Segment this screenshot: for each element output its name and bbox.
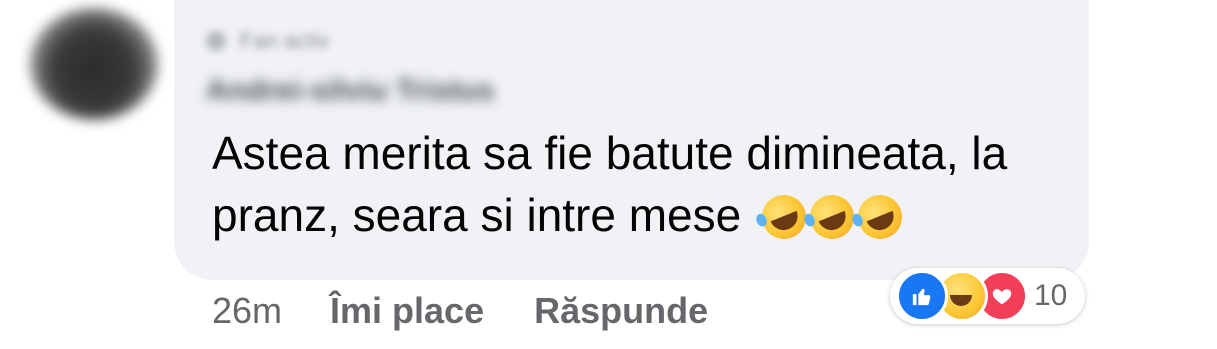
rolling-laughing-emoji-icon <box>851 188 909 246</box>
comment-timestamp[interactable]: 26m <box>212 290 282 332</box>
reply-button[interactable]: Răspunde <box>534 290 708 332</box>
reactions-summary[interactable]: 10 <box>890 268 1086 324</box>
like-icon <box>896 270 948 322</box>
like-button[interactable]: Îmi place <box>330 290 484 332</box>
comment-actions: 26m Îmi place Răspunde <box>212 290 758 332</box>
comment-text-block: Astea merita sa fie batute dimineata, la… <box>212 122 1072 246</box>
badge-icon <box>206 31 226 51</box>
avatar[interactable] <box>30 8 158 120</box>
reactions-count: 10 <box>1034 279 1068 312</box>
comment-author-name[interactable]: Andrei-silviu Tristus <box>206 74 494 108</box>
author-badge-label: Fan activ <box>240 28 330 53</box>
emoji-group <box>755 188 909 246</box>
author-badge-line: Fan activ <box>206 28 329 54</box>
